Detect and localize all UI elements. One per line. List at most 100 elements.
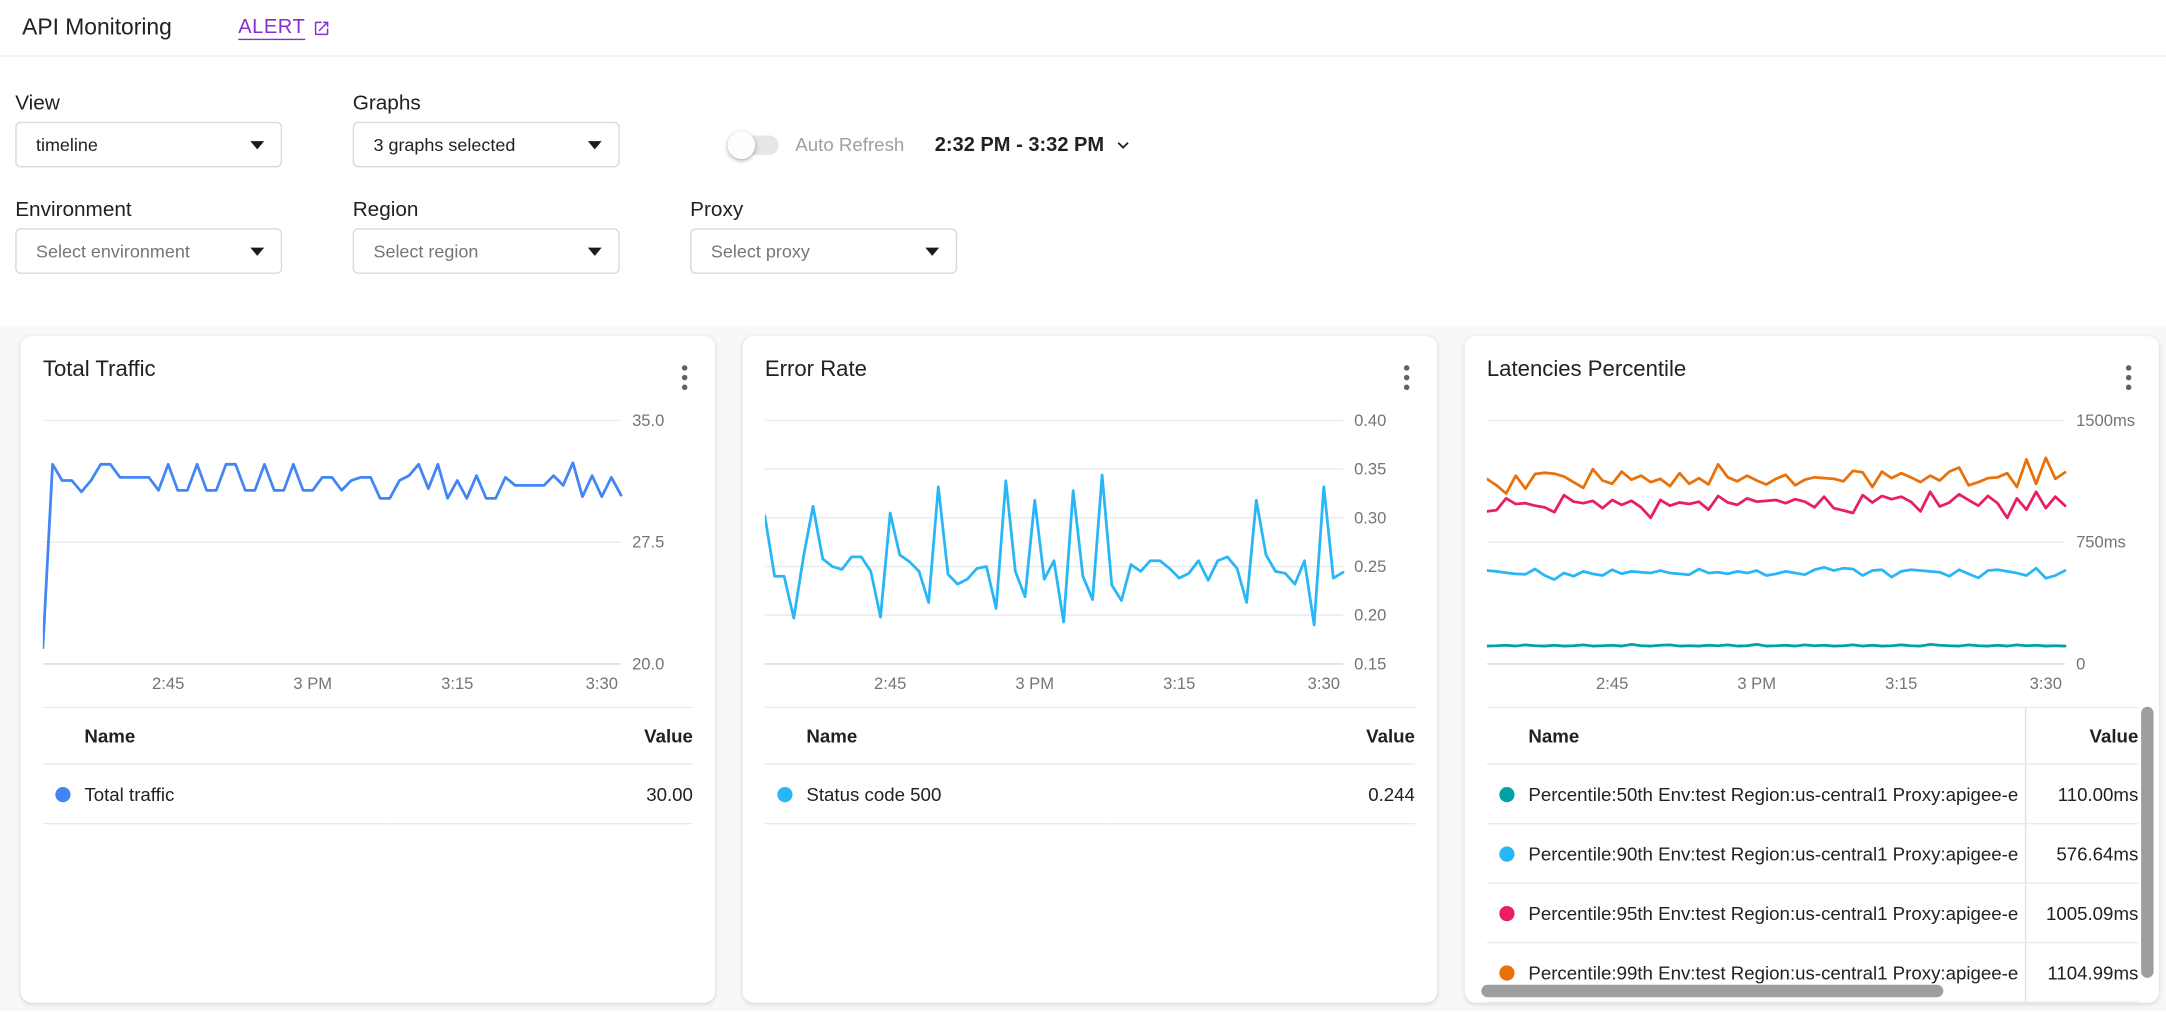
svg-text:3:30: 3:30 xyxy=(1308,674,1340,693)
dropdown-caret-icon xyxy=(588,247,602,255)
legend-table: Name Value Percentile:50th Env:test Regi… xyxy=(1487,707,2138,1003)
card-latencies-percentile: Latencies Percentile 1500ms 750ms 0 2:45 3 P… xyxy=(1465,336,2159,1003)
environment-label: Environment xyxy=(15,198,282,222)
svg-text:2:45: 2:45 xyxy=(874,674,906,693)
graphs-select-value: 3 graphs selected xyxy=(373,134,515,155)
error-rate-chart: 0.40 0.35 0.30 0.25 0.20 0.15 2:45 3 PM 3:15 3:30 xyxy=(765,411,1415,695)
region-placeholder: Select region xyxy=(373,241,478,262)
graphs-select[interactable]: 3 graphs selected xyxy=(353,122,620,168)
svg-text:2:45: 2:45 xyxy=(152,674,184,693)
horizontal-scrollbar[interactable] xyxy=(1481,985,1943,997)
total-traffic-chart: 35.0 27.5 20.0 2:45 3 PM 3:15 3:30 xyxy=(43,411,693,695)
card-total-traffic: Total Traffic 35.027.520.02:453 PM3:153:… xyxy=(21,336,715,1003)
dropdown-caret-icon xyxy=(250,247,264,255)
table-row: Percentile:90th Env:test Region:us-centr… xyxy=(1487,824,2138,883)
dropdown-caret-icon xyxy=(250,140,264,148)
svg-text:3:15: 3:15 xyxy=(1163,674,1195,693)
svg-text:3 PM: 3 PM xyxy=(293,674,332,693)
graphs-label: Graphs xyxy=(353,91,620,115)
series-name: Total traffic xyxy=(84,764,388,823)
external-link-icon xyxy=(312,19,330,37)
svg-text:3:15: 3:15 xyxy=(1885,674,1917,693)
svg-text:3 PM: 3 PM xyxy=(1015,674,1054,693)
legend-table: Name Value Total traffic 30.00 xyxy=(43,707,693,825)
toggle-knob xyxy=(728,131,756,159)
dropdown-caret-icon xyxy=(588,140,602,148)
series-color-dot xyxy=(1499,786,1514,801)
proxy-label: Proxy xyxy=(690,198,957,222)
card-menu-button[interactable] xyxy=(1398,358,1415,397)
svg-text:0.15: 0.15 xyxy=(1354,654,1386,673)
card-title: Error Rate xyxy=(765,358,867,383)
svg-text:35.0: 35.0 xyxy=(632,411,664,430)
table-row: Status code 500 0.244 xyxy=(765,764,1415,823)
svg-text:1500ms: 1500ms xyxy=(2076,411,2135,430)
environment-select[interactable]: Select environment xyxy=(15,228,282,274)
series-name: Status code 500 xyxy=(806,764,1110,823)
svg-text:20.0: 20.0 xyxy=(632,654,664,673)
column-header-value: Value xyxy=(389,707,693,764)
series-value: 1104.99ms xyxy=(2026,943,2139,1002)
legend-table: Name Value Status code 500 0.244 xyxy=(765,707,1415,825)
region-label: Region xyxy=(353,198,620,222)
view-select[interactable]: timeline xyxy=(15,122,282,168)
series-value: 576.64ms xyxy=(2026,824,2139,883)
series-color-dot xyxy=(1499,965,1514,980)
series-name: Percentile:95th Env:test Region:us-centr… xyxy=(1528,902,2019,923)
svg-text:3 PM: 3 PM xyxy=(1737,674,1776,693)
svg-text:27.5: 27.5 xyxy=(632,533,664,552)
svg-text:3:30: 3:30 xyxy=(586,674,618,693)
column-header-name: Name xyxy=(806,707,1110,764)
column-header-value: Value xyxy=(1111,707,1415,764)
series-name: Percentile:50th Env:test Region:us-centr… xyxy=(1528,784,2019,805)
chevron-down-icon xyxy=(1112,133,1134,155)
kebab-menu-icon xyxy=(2126,365,2132,390)
svg-text:0.40: 0.40 xyxy=(1354,411,1386,430)
svg-text:0.25: 0.25 xyxy=(1354,557,1386,576)
series-value: 110.00ms xyxy=(2026,764,2139,823)
page-title: API Monitoring xyxy=(22,15,172,41)
table-row: Percentile:50th Env:test Region:us-centr… xyxy=(1487,764,2138,823)
kebab-menu-icon xyxy=(682,365,688,390)
view-label: View xyxy=(15,91,282,115)
card-menu-button[interactable] xyxy=(2120,358,2137,397)
column-header-value: Value xyxy=(2026,707,2139,764)
series-value: 1005.09ms xyxy=(2026,883,2139,942)
series-value: 30.00 xyxy=(389,764,693,823)
app-window: API Monitoring ALERT View timeline Graph… xyxy=(0,0,2166,1014)
svg-text:2:45: 2:45 xyxy=(1596,674,1628,693)
series-color-dot xyxy=(1499,905,1514,920)
card-menu-button[interactable] xyxy=(676,358,693,397)
app-header: API Monitoring ALERT xyxy=(0,0,2166,57)
vertical-scrollbar[interactable] xyxy=(2141,707,2153,978)
region-select[interactable]: Select region xyxy=(353,228,620,274)
svg-text:0.35: 0.35 xyxy=(1354,460,1386,479)
svg-text:0: 0 xyxy=(2076,654,2085,673)
proxy-select[interactable]: Select proxy xyxy=(690,228,957,274)
view-select-value: timeline xyxy=(36,134,98,155)
series-name: Percentile:90th Env:test Region:us-centr… xyxy=(1528,843,2019,864)
series-color-dot xyxy=(777,786,792,801)
kebab-menu-icon xyxy=(1404,365,1410,390)
table-row: Percentile:95th Env:test Region:us-centr… xyxy=(1487,883,2138,942)
filters-panel: View timeline Graphs 3 graphs selected xyxy=(0,57,2166,327)
auto-refresh-label: Auto Refresh xyxy=(795,134,904,155)
table-row: Total traffic 30.00 xyxy=(43,764,693,823)
card-error-rate: Error Rate 0.40 0.35 0.30 0.25 0.20 0.15 2:45 3… xyxy=(743,336,1437,1003)
series-value: 0.244 xyxy=(1111,764,1415,823)
environment-placeholder: Select environment xyxy=(36,241,190,262)
dashboard-area: Total Traffic 35.027.520.02:453 PM3:153:… xyxy=(0,326,2166,1011)
proxy-placeholder: Select proxy xyxy=(711,241,810,262)
svg-text:0.30: 0.30 xyxy=(1354,508,1386,527)
series-color-dot xyxy=(1499,846,1514,861)
alert-link[interactable]: ALERT xyxy=(238,17,330,39)
column-header-name: Name xyxy=(84,707,388,764)
dropdown-caret-icon xyxy=(925,247,939,255)
svg-text:3:15: 3:15 xyxy=(441,674,473,693)
svg-text:0.20: 0.20 xyxy=(1354,606,1386,625)
auto-refresh-toggle[interactable] xyxy=(732,135,779,154)
time-range-selector[interactable]: 2:32 PM - 3:32 PM xyxy=(935,133,1135,155)
svg-text:750ms: 750ms xyxy=(2076,533,2126,552)
card-title: Latencies Percentile xyxy=(1487,358,1686,383)
series-name: Percentile:99th Env:test Region:us-centr… xyxy=(1528,962,2019,983)
